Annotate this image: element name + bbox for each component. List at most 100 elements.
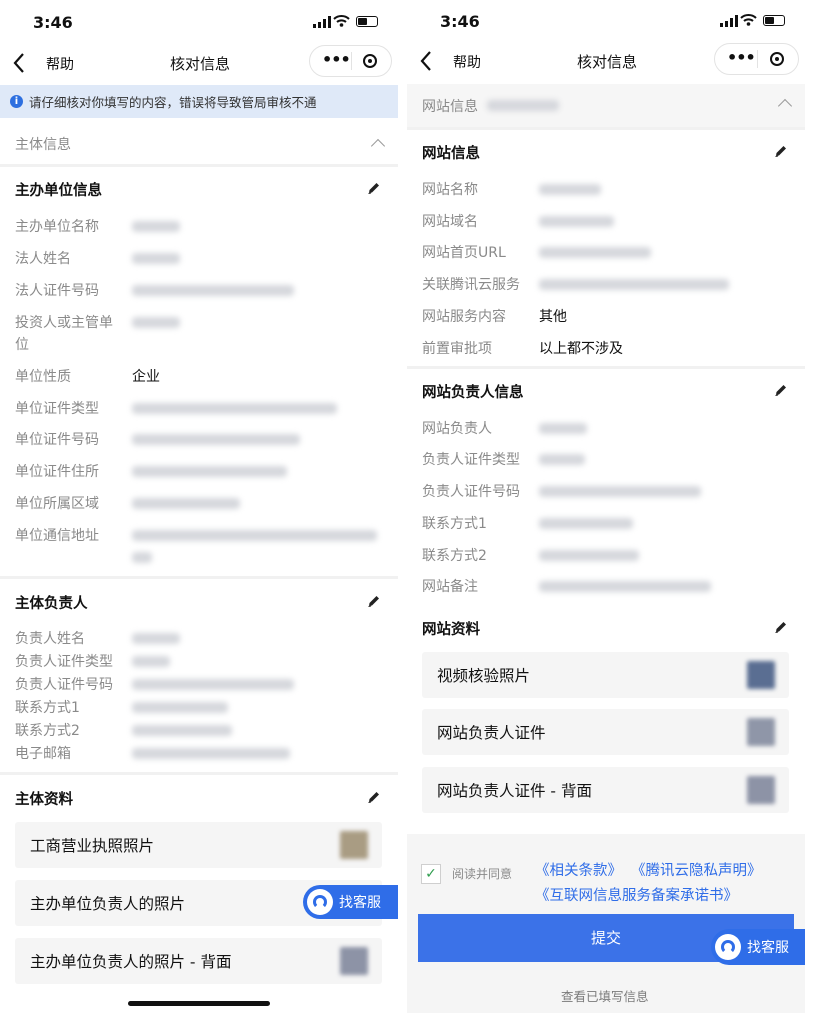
section-title-sponsor: 主办单位信息 xyxy=(15,183,102,199)
photo-thumbnail[interactable] xyxy=(747,776,775,804)
field-label: 单位性质 xyxy=(15,369,71,385)
back-label[interactable]: 帮助 xyxy=(453,52,481,72)
blurred-value xyxy=(132,679,294,690)
field-label: 网站负责人 xyxy=(422,421,492,437)
chevron-up-icon[interactable] xyxy=(370,138,386,154)
field-label: 网站备注 xyxy=(422,579,478,595)
pencil-icon[interactable] xyxy=(774,383,788,397)
pencil-icon[interactable] xyxy=(367,790,381,804)
blurred-value xyxy=(539,550,639,561)
divider xyxy=(0,576,398,579)
signal-icon xyxy=(313,16,331,28)
notice-banner: i 请仔细核对你填写的内容，错误将导致管局审核不通 xyxy=(0,85,398,118)
section-title-materials: 主体资料 xyxy=(15,792,73,808)
customer-service-button[interactable]: 找客服 xyxy=(303,885,398,919)
page-title: 核对信息 xyxy=(170,55,231,73)
photo-thumbnail[interactable] xyxy=(340,831,368,859)
material-card-label: 网站负责人证件 xyxy=(437,724,546,742)
pencil-icon[interactable] xyxy=(367,594,381,608)
more-icon[interactable]: ••• xyxy=(727,48,756,67)
material-card-label: 网站负责人证件 - 背面 xyxy=(437,782,592,800)
back-arrow-icon[interactable] xyxy=(12,52,26,74)
photo-thumbnail[interactable] xyxy=(747,718,775,746)
photo-thumbnail[interactable] xyxy=(747,661,775,689)
blurred-value xyxy=(539,279,729,290)
field-label: 网站名称 xyxy=(422,182,478,198)
info-icon: i xyxy=(10,95,23,108)
material-card-label: 视频核验照片 xyxy=(437,667,531,685)
field-value: 企业 xyxy=(132,369,160,385)
material-card[interactable]: 工商营业执照照片 xyxy=(15,822,382,868)
status-time: 3:46 xyxy=(33,13,73,32)
field-label-continued: 位 xyxy=(15,337,29,353)
record-icon[interactable] xyxy=(363,54,377,68)
blurred-value xyxy=(132,466,287,477)
customer-service-button[interactable]: 找客服 xyxy=(711,929,805,965)
mini-program-capsule: ••• xyxy=(309,45,392,77)
terms-link[interactable]: 《相关条款》 xyxy=(535,859,622,880)
material-card[interactable]: 视频核验照片 xyxy=(422,652,789,698)
blurred-value xyxy=(132,552,152,563)
field-label: 负责人证件号码 xyxy=(422,484,520,500)
blurred-value xyxy=(132,656,170,667)
field-label: 联系方式1 xyxy=(422,516,487,532)
blurred-value xyxy=(539,454,585,465)
field-label: 负责人证件类型 xyxy=(15,654,113,670)
pencil-icon[interactable] xyxy=(774,620,788,634)
back-arrow-icon[interactable] xyxy=(419,50,433,72)
blurred-value xyxy=(132,702,228,713)
record-icon[interactable] xyxy=(770,52,784,66)
signal-icon xyxy=(720,15,738,27)
blurred-value xyxy=(132,221,180,232)
field-label: 投资人或主管单 xyxy=(15,315,113,331)
blurred-value xyxy=(132,748,290,759)
field-label: 法人证件号码 xyxy=(15,283,99,299)
section-title-principal: 主体负责人 xyxy=(15,596,88,612)
blurred-value xyxy=(539,423,587,434)
view-filled-link[interactable]: 查看已填写信息 xyxy=(561,986,649,1005)
field-label: 网站首页URL xyxy=(422,245,506,261)
home-indicator xyxy=(128,1001,270,1006)
agree-checkbox[interactable]: ✓ xyxy=(421,864,441,884)
material-card-label: 主办单位负责人的照片 - 背面 xyxy=(30,953,232,971)
field-label: 单位通信地址 xyxy=(15,528,99,544)
material-card[interactable]: 网站负责人证件 - 背面 xyxy=(422,767,789,813)
field-value: 以上都不涉及 xyxy=(539,341,623,357)
divider xyxy=(0,164,398,167)
blurred-value xyxy=(132,530,377,541)
customer-service-icon xyxy=(307,889,333,915)
collapse-header-title[interactable]: 主体信息 xyxy=(15,134,71,154)
field-label: 负责人证件号码 xyxy=(15,677,113,693)
commitment-link[interactable]: 《互联网信息服务备案承诺书》 xyxy=(535,884,738,905)
blurred-value xyxy=(539,184,601,195)
blurred-value xyxy=(539,216,614,227)
material-card[interactable]: 主办单位负责人的照片 - 背面 xyxy=(15,938,382,984)
blurred-value xyxy=(539,518,633,529)
back-label[interactable]: 帮助 xyxy=(46,54,74,74)
field-label: 网站服务内容 xyxy=(422,309,506,325)
right-screen: 3:46 帮助 核对信息 ••• 网站信息 网站信息 网站名称 网站域名 网站首… xyxy=(407,0,817,1013)
field-label: 联系方式1 xyxy=(15,700,80,716)
pencil-icon[interactable] xyxy=(774,144,788,158)
more-icon[interactable]: ••• xyxy=(322,50,351,69)
notice-text: 请仔细核对你填写的内容，错误将导致管局审核不通 xyxy=(29,95,317,110)
blurred-value xyxy=(539,247,651,258)
blurred-value xyxy=(132,403,337,414)
field-label: 单位所属区域 xyxy=(15,496,99,512)
blurred-value xyxy=(132,317,180,328)
material-card[interactable]: 网站负责人证件 xyxy=(422,709,789,755)
pencil-icon[interactable] xyxy=(367,181,381,195)
privacy-link[interactable]: 《腾讯云隐私声明》 xyxy=(631,859,762,880)
field-label: 电子邮箱 xyxy=(15,746,71,762)
material-card-label: 主办单位负责人的照片 xyxy=(30,895,186,913)
blurred-value xyxy=(132,253,180,264)
field-label: 单位证件住所 xyxy=(15,464,99,480)
battery-icon xyxy=(356,16,378,27)
blurred-value xyxy=(132,633,180,644)
photo-thumbnail[interactable] xyxy=(340,947,368,975)
page-title: 核对信息 xyxy=(577,53,638,71)
collapse-header-title[interactable]: 网站信息 xyxy=(422,96,478,116)
material-card-label: 工商营业执照照片 xyxy=(30,837,155,855)
blurred-value xyxy=(539,486,701,497)
status-time: 3:46 xyxy=(440,12,480,31)
